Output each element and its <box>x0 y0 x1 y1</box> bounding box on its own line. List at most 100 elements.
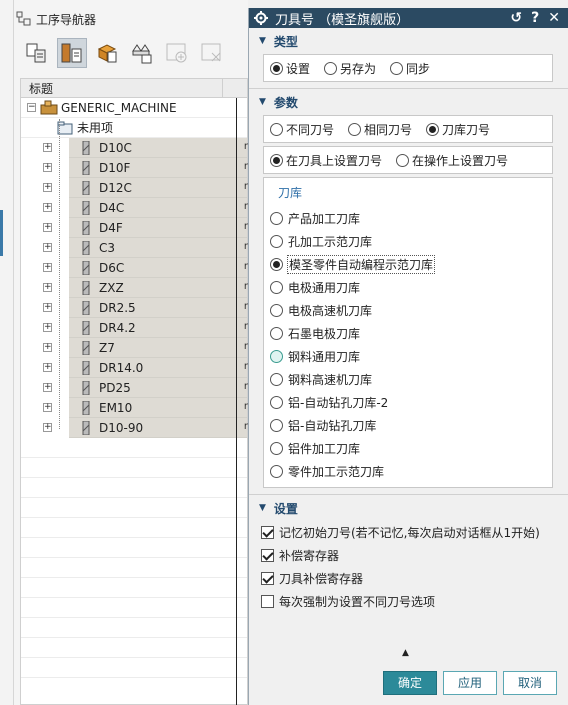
setting-checkbox-row[interactable]: 补偿寄存器 <box>249 544 568 567</box>
checkbox[interactable] <box>261 526 274 539</box>
radio-button[interactable] <box>270 281 283 294</box>
expand-icon[interactable]: + <box>43 363 52 372</box>
radio-button[interactable] <box>270 442 283 455</box>
column-extra-header[interactable] <box>223 79 247 97</box>
expand-icon[interactable]: + <box>43 163 52 172</box>
params-section-header[interactable]: ▼ 参数 <box>249 89 568 115</box>
expand-icon[interactable]: + <box>43 183 52 192</box>
tree-row-tool[interactable]: + D6C r <box>43 258 248 278</box>
radio-button[interactable] <box>270 258 283 271</box>
library-option[interactable]: 电极通用刀库 <box>270 276 552 299</box>
library-option[interactable]: 产品加工刀库 <box>270 207 552 230</box>
tree-row-tool[interactable]: + D10-90 r <box>43 418 248 438</box>
tree-row-tool[interactable]: + EM10 r <box>43 398 248 418</box>
radio-button[interactable] <box>270 153 283 167</box>
radio-button[interactable] <box>270 373 283 386</box>
expand-icon[interactable]: + <box>43 403 52 412</box>
radio-button[interactable] <box>324 61 338 75</box>
tool-number-mode-option[interactable]: 不同刀号 <box>270 121 334 138</box>
radio-button[interactable] <box>270 350 283 363</box>
tree-row-unused[interactable]: 未用项 <box>21 118 247 138</box>
tree-row-tool[interactable]: + D10C r <box>43 138 248 158</box>
radio-button[interactable] <box>348 122 362 136</box>
cancel-button[interactable]: 取消 <box>503 670 557 695</box>
tree-row-tool[interactable]: + DR14.0 r <box>43 358 248 378</box>
library-option[interactable]: 铝-自动钻孔刀库-2 <box>270 391 552 414</box>
radio-button[interactable] <box>270 304 283 317</box>
radio-button[interactable] <box>270 465 283 478</box>
expand-icon[interactable]: + <box>43 263 52 272</box>
machine-tool-view-button[interactable] <box>57 38 87 68</box>
setting-checkbox-row[interactable]: 记忆初始刀号(若不记忆,每次启动对话框从1开始) <box>249 521 568 544</box>
set-location-option[interactable]: 在刀具上设置刀号 <box>270 152 382 169</box>
expand-icon[interactable]: + <box>43 383 52 392</box>
program-order-view-button[interactable] <box>22 38 52 68</box>
add-object-button[interactable] <box>162 38 192 68</box>
ok-button[interactable]: 确定 <box>383 670 437 695</box>
expand-icon[interactable]: + <box>43 143 52 152</box>
library-option[interactable]: 电极高速机刀库 <box>270 299 552 322</box>
tree-row-tool[interactable]: + D10F r <box>43 158 248 178</box>
radio-button[interactable] <box>426 122 440 136</box>
setting-checkbox-row[interactable]: 刀具补偿寄存器 <box>249 567 568 590</box>
radio-button[interactable] <box>396 153 410 167</box>
tree-row-tool[interactable]: + D4F r <box>43 218 248 238</box>
radio-button[interactable] <box>270 61 283 75</box>
expand-icon[interactable]: + <box>43 303 52 312</box>
help-icon[interactable]: ? <box>531 10 539 26</box>
type-option[interactable]: 设置 <box>270 60 310 77</box>
expand-icon[interactable]: + <box>43 243 52 252</box>
method-view-button[interactable] <box>127 38 157 68</box>
geometry-view-button[interactable] <box>92 38 122 68</box>
type-option[interactable]: 同步 <box>390 60 430 77</box>
radio-button[interactable] <box>270 419 283 432</box>
checkbox[interactable] <box>261 549 274 562</box>
radio-button[interactable] <box>270 212 283 225</box>
checkbox[interactable] <box>261 572 274 585</box>
library-option[interactable]: 模圣零件自动编程示范刀库 <box>270 253 552 276</box>
tree-row-tool[interactable]: + C3 r <box>43 238 248 258</box>
expand-icon[interactable]: + <box>43 203 52 212</box>
type-section-header[interactable]: ▼ 类型 <box>249 28 568 54</box>
expand-icon[interactable]: + <box>43 423 52 432</box>
set-location-option[interactable]: 在操作上设置刀号 <box>396 152 508 169</box>
radio-button[interactable] <box>270 327 283 340</box>
collapse-icon[interactable]: − <box>27 103 36 112</box>
radio-button[interactable] <box>270 235 283 248</box>
tree-row-root[interactable]: − GENERIC_MACHINE <box>21 98 247 118</box>
setting-checkbox-row[interactable]: 每次强制为设置不同刀号选项 <box>249 590 568 613</box>
radio-button[interactable] <box>390 61 404 75</box>
library-option[interactable]: 铝件加工刀库 <box>270 437 552 460</box>
delete-object-button[interactable] <box>197 38 227 68</box>
tree-row-tool[interactable]: + D4C r <box>43 198 248 218</box>
dialog-title-bar[interactable]: 刀具号 （模圣旗舰版） ↺ ? ✕ <box>249 8 568 28</box>
expand-icon[interactable]: + <box>43 343 52 352</box>
type-option[interactable]: 另存为 <box>324 60 376 77</box>
radio-button[interactable] <box>270 396 283 409</box>
library-option[interactable]: 孔加工示范刀库 <box>270 230 552 253</box>
library-option[interactable]: 钢料高速机刀库 <box>270 368 552 391</box>
expand-icon[interactable]: + <box>43 283 52 292</box>
reset-icon[interactable]: ↺ <box>510 10 522 26</box>
tree-row-tool[interactable]: + DR4.2 r <box>43 318 248 338</box>
checkbox[interactable] <box>261 595 274 608</box>
apply-button[interactable]: 应用 <box>443 670 497 695</box>
expand-icon[interactable]: + <box>43 223 52 232</box>
tool-number-mode-option[interactable]: 相同刀号 <box>348 121 412 138</box>
library-option[interactable]: 钢料通用刀库 <box>270 345 552 368</box>
library-option[interactable]: 铝-自动钻孔刀库 <box>270 414 552 437</box>
library-option[interactable]: 零件加工示范刀库 <box>270 460 552 483</box>
collapse-up-icon[interactable]: ▲ <box>402 648 409 658</box>
library-option[interactable]: 石墨电极刀库 <box>270 322 552 345</box>
tree-row-tool[interactable]: + DR2.5 r <box>43 298 248 318</box>
radio-button[interactable] <box>270 122 283 136</box>
expand-icon[interactable]: + <box>43 323 52 332</box>
tool-number-mode-option[interactable]: 刀库刀号 <box>426 121 490 138</box>
tree-row-tool[interactable]: + D12C r <box>43 178 248 198</box>
column-title-header[interactable]: 标题 <box>21 79 223 97</box>
tree-row-tool[interactable]: + PD25 r <box>43 378 248 398</box>
settings-section-header[interactable]: ▼ 设置 <box>249 495 568 521</box>
tree-row-tool[interactable]: + Z7 r <box>43 338 248 358</box>
tree-row-tool[interactable]: + ZXZ r <box>43 278 248 298</box>
close-icon[interactable]: ✕ <box>548 10 560 26</box>
